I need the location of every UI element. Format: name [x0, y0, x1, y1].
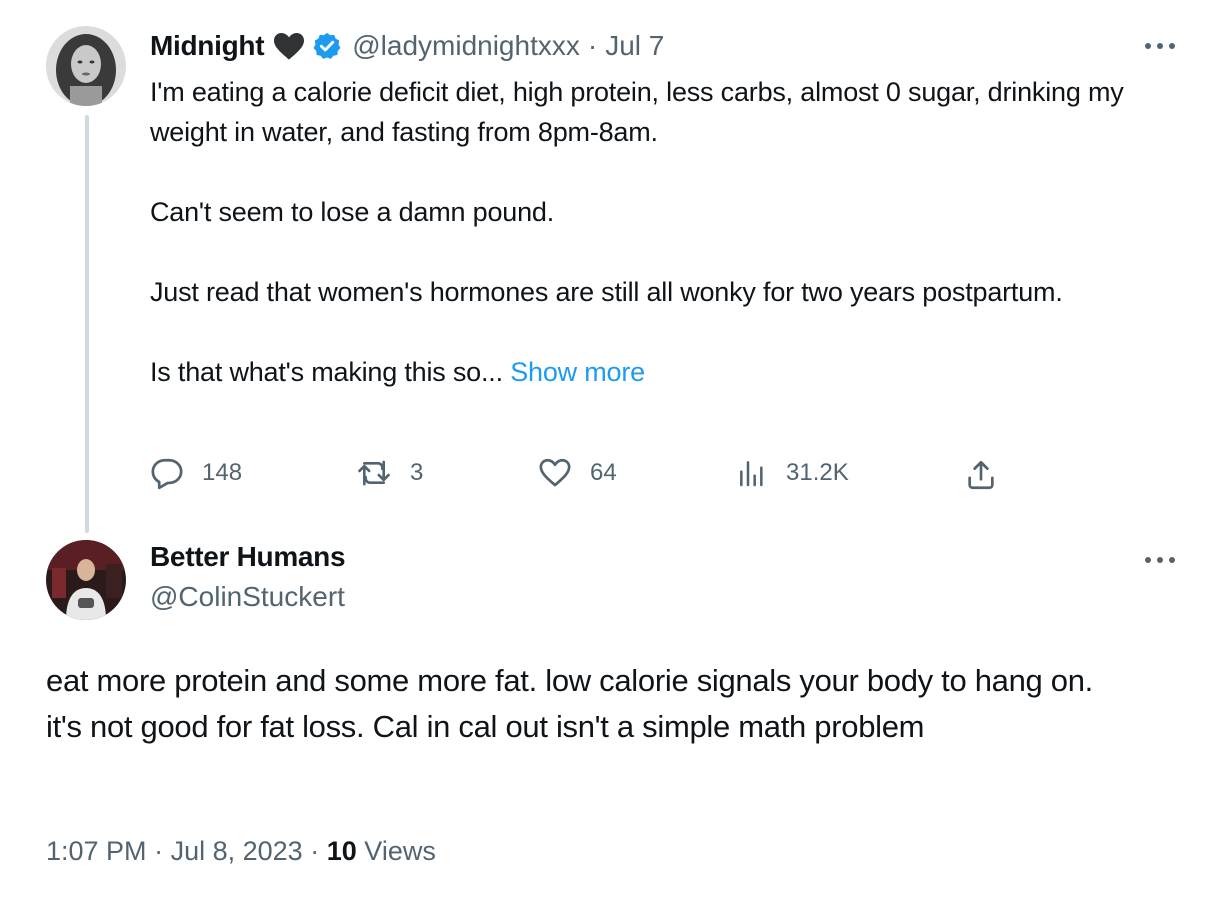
reply-button[interactable]: 148 — [150, 456, 242, 490]
reply-view-count: 10 — [326, 836, 357, 866]
views-button[interactable]: 31.2K — [736, 456, 849, 490]
reply-date[interactable]: Jul 8, 2023 — [171, 836, 303, 866]
reply-author-avatar[interactable] — [46, 540, 126, 620]
original-author-avatar[interactable] — [46, 26, 126, 106]
more-icon[interactable] — [1142, 548, 1178, 572]
original-tweet-date[interactable]: Jul 7 — [605, 30, 664, 62]
more-icon[interactable] — [1142, 34, 1178, 58]
views-count: 31.2K — [786, 459, 849, 486]
reply-tweet-body: eat more protein and some more fat. low … — [46, 663, 1093, 744]
like-count: 64 — [590, 459, 617, 486]
original-tweet-header: Midnight @ladymidnightxxx · Jul 7 — [150, 26, 664, 66]
reply-timestamp-row: 1:07 PM · Jul 8, 2023 · 10 Views — [46, 836, 436, 867]
repost-icon — [358, 460, 390, 486]
reply-time[interactable]: 1:07 PM — [46, 836, 147, 866]
reply-author-handle[interactable]: @ColinStuckert — [150, 581, 345, 613]
black-heart-icon — [272, 31, 306, 61]
repost-button[interactable]: 3 — [356, 456, 423, 490]
like-button[interactable]: 64 — [538, 456, 617, 490]
meta-separator: · — [310, 836, 320, 866]
header-separator: · — [587, 30, 598, 61]
tweet-paragraph: I'm eating a calorie deficit diet, high … — [150, 77, 1124, 147]
meta-separator: · — [154, 836, 164, 866]
share-icon[interactable] — [964, 458, 998, 497]
show-more-link[interactable]: Show more — [510, 357, 645, 387]
tweet-paragraph: Can't seem to lose a damn pound. — [150, 197, 555, 227]
truncated-text: Is that what's making this so... — [150, 357, 503, 387]
reply-icon — [151, 458, 183, 490]
views-icon — [740, 461, 763, 487]
like-icon — [539, 458, 571, 487]
tweet-paragraph-truncated: Is that what's making this so... Show mo… — [150, 352, 1160, 392]
original-author-handle[interactable]: @ladymidnightxxx — [352, 30, 580, 62]
reply-count: 148 — [202, 459, 243, 486]
verified-badge-icon — [312, 31, 342, 61]
tweet-paragraph: Just read that women's hormones are stil… — [150, 277, 1063, 307]
reply-views-label: Views — [364, 836, 436, 866]
original-author-name[interactable]: Midnight — [150, 30, 265, 62]
thread-connector-line — [85, 115, 89, 533]
original-tweet-body: I'm eating a calorie deficit diet, high … — [150, 72, 1160, 392]
repost-count: 3 — [410, 459, 424, 486]
reply-author-name[interactable]: Better Humans — [150, 541, 346, 573]
